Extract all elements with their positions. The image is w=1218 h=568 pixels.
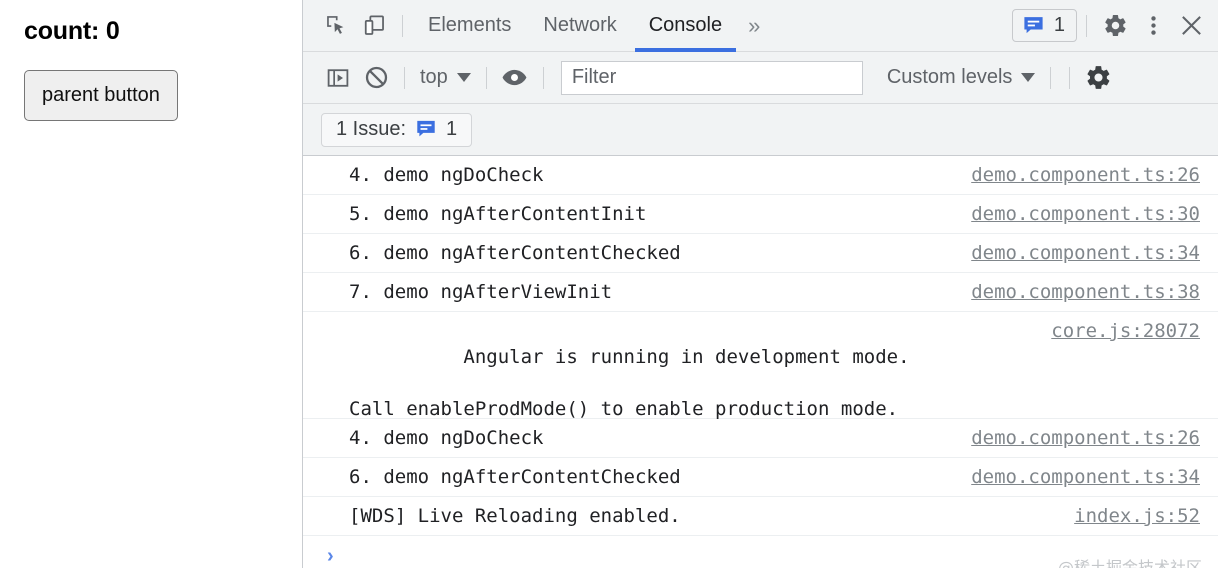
log-message: 5. demo ngAfterContentInit xyxy=(349,201,957,227)
log-source-link[interactable]: core.js:28072 xyxy=(1051,318,1200,344)
log-source-link[interactable]: index.js:52 xyxy=(1074,503,1200,529)
prompt-chevron-icon: › xyxy=(327,544,334,568)
log-source-link[interactable]: demo.component.ts:30 xyxy=(971,201,1200,227)
close-icon[interactable] xyxy=(1172,7,1210,45)
issues-count: 1 xyxy=(1054,14,1065,37)
chevron-down-icon xyxy=(457,73,471,82)
console-filter-bar: top Custom levels xyxy=(303,52,1218,104)
console-prompt[interactable]: › @稀土掘金技术社区 xyxy=(303,536,1218,568)
filter-input[interactable] xyxy=(561,61,863,95)
parent-button[interactable]: parent button xyxy=(24,70,178,121)
console-row[interactable]: 6. demo ngAfterContentChecked demo.compo… xyxy=(303,458,1218,497)
live-expression-eye-icon[interactable] xyxy=(496,59,534,97)
more-tabs-icon[interactable]: » xyxy=(738,13,767,39)
log-message: 4. demo ngDoCheck xyxy=(349,162,957,188)
log-levels-label: Custom levels xyxy=(887,66,1013,89)
chevron-down-icon-levels xyxy=(1021,73,1035,82)
toolbar-divider xyxy=(402,15,403,37)
tab-elements[interactable]: Elements xyxy=(412,0,527,52)
log-source-link[interactable]: demo.component.ts:34 xyxy=(971,240,1200,266)
log-source-link[interactable]: demo.component.ts:34 xyxy=(971,464,1200,490)
log-message: 6. demo ngAfterContentChecked xyxy=(349,240,957,266)
console-row[interactable]: 5. demo ngAfterContentInit demo.componen… xyxy=(303,195,1218,234)
log-message: 7. demo ngAfterViewInit xyxy=(349,279,957,305)
console-row-multiline[interactable]: Angular is running in development mode. … xyxy=(303,312,1218,419)
console-row[interactable]: [WDS] Live Reloading enabled. index.js:5… xyxy=(303,497,1218,536)
watermark: @稀土掘金技术社区 xyxy=(1058,554,1202,568)
issues-counter-button[interactable]: 1 xyxy=(1012,9,1077,42)
context-selector-label: top xyxy=(420,66,448,89)
context-selector[interactable]: top xyxy=(414,64,477,91)
issue-message-icon xyxy=(1022,14,1045,37)
filter-divider-4 xyxy=(1050,67,1051,89)
log-message: 4. demo ngDoCheck xyxy=(349,425,957,451)
devtools-tabbar: Elements Network Console » 1 xyxy=(303,0,1218,52)
log-source-link[interactable]: demo.component.ts:26 xyxy=(971,425,1200,451)
filter-divider-2 xyxy=(486,67,487,89)
issue-message-icon-chip xyxy=(415,118,437,140)
filter-divider-3 xyxy=(543,67,544,89)
console-settings-gear-icon[interactable] xyxy=(1079,59,1117,97)
issues-chip-button[interactable]: 1 Issue: 1 xyxy=(321,113,472,147)
log-levels-selector[interactable]: Custom levels xyxy=(881,64,1042,91)
log-source-link[interactable]: demo.component.ts:26 xyxy=(971,162,1200,188)
log-source-link[interactable]: demo.component.ts:38 xyxy=(971,279,1200,305)
gear-icon[interactable] xyxy=(1096,7,1134,45)
console-row[interactable]: 4. demo ngDoCheck demo.component.ts:26 xyxy=(303,156,1218,195)
log-message: [WDS] Live Reloading enabled. xyxy=(349,503,1060,529)
rendered-page: count: 0 parent button xyxy=(0,0,303,568)
toolbar-divider-2 xyxy=(1086,15,1087,37)
console-sidebar-toggle-icon[interactable] xyxy=(319,59,357,97)
clear-console-icon[interactable] xyxy=(357,59,395,97)
log-message-line1: Angular is running in development mode. xyxy=(463,346,909,368)
issues-bar: 1 Issue: 1 xyxy=(303,104,1218,156)
log-message: 6. demo ngAfterContentChecked xyxy=(349,464,957,490)
issues-chip-count: 1 xyxy=(446,118,457,141)
device-toolbar-icon[interactable] xyxy=(355,7,393,45)
screenshot-root: count: 0 parent button Elements Network … xyxy=(0,0,1218,568)
console-row[interactable]: 4. demo ngDoCheck demo.component.ts:26 xyxy=(303,419,1218,458)
console-row[interactable]: 6. demo ngAfterContentChecked demo.compo… xyxy=(303,234,1218,273)
tab-network[interactable]: Network xyxy=(527,0,632,52)
kebab-menu-icon[interactable] xyxy=(1134,7,1172,45)
inspect-element-icon[interactable] xyxy=(317,7,355,45)
console-log-list[interactable]: 4. demo ngDoCheck demo.component.ts:26 5… xyxy=(303,156,1218,568)
devtools-panel: Elements Network Console » 1 xyxy=(303,0,1218,568)
filter-divider-1 xyxy=(404,67,405,89)
tab-console[interactable]: Console xyxy=(633,0,738,52)
filter-divider-5 xyxy=(1069,67,1070,89)
issues-chip-label: 1 Issue: xyxy=(336,118,406,141)
page-title: count: 0 xyxy=(24,14,302,48)
console-row[interactable]: 7. demo ngAfterViewInit demo.component.t… xyxy=(303,273,1218,312)
